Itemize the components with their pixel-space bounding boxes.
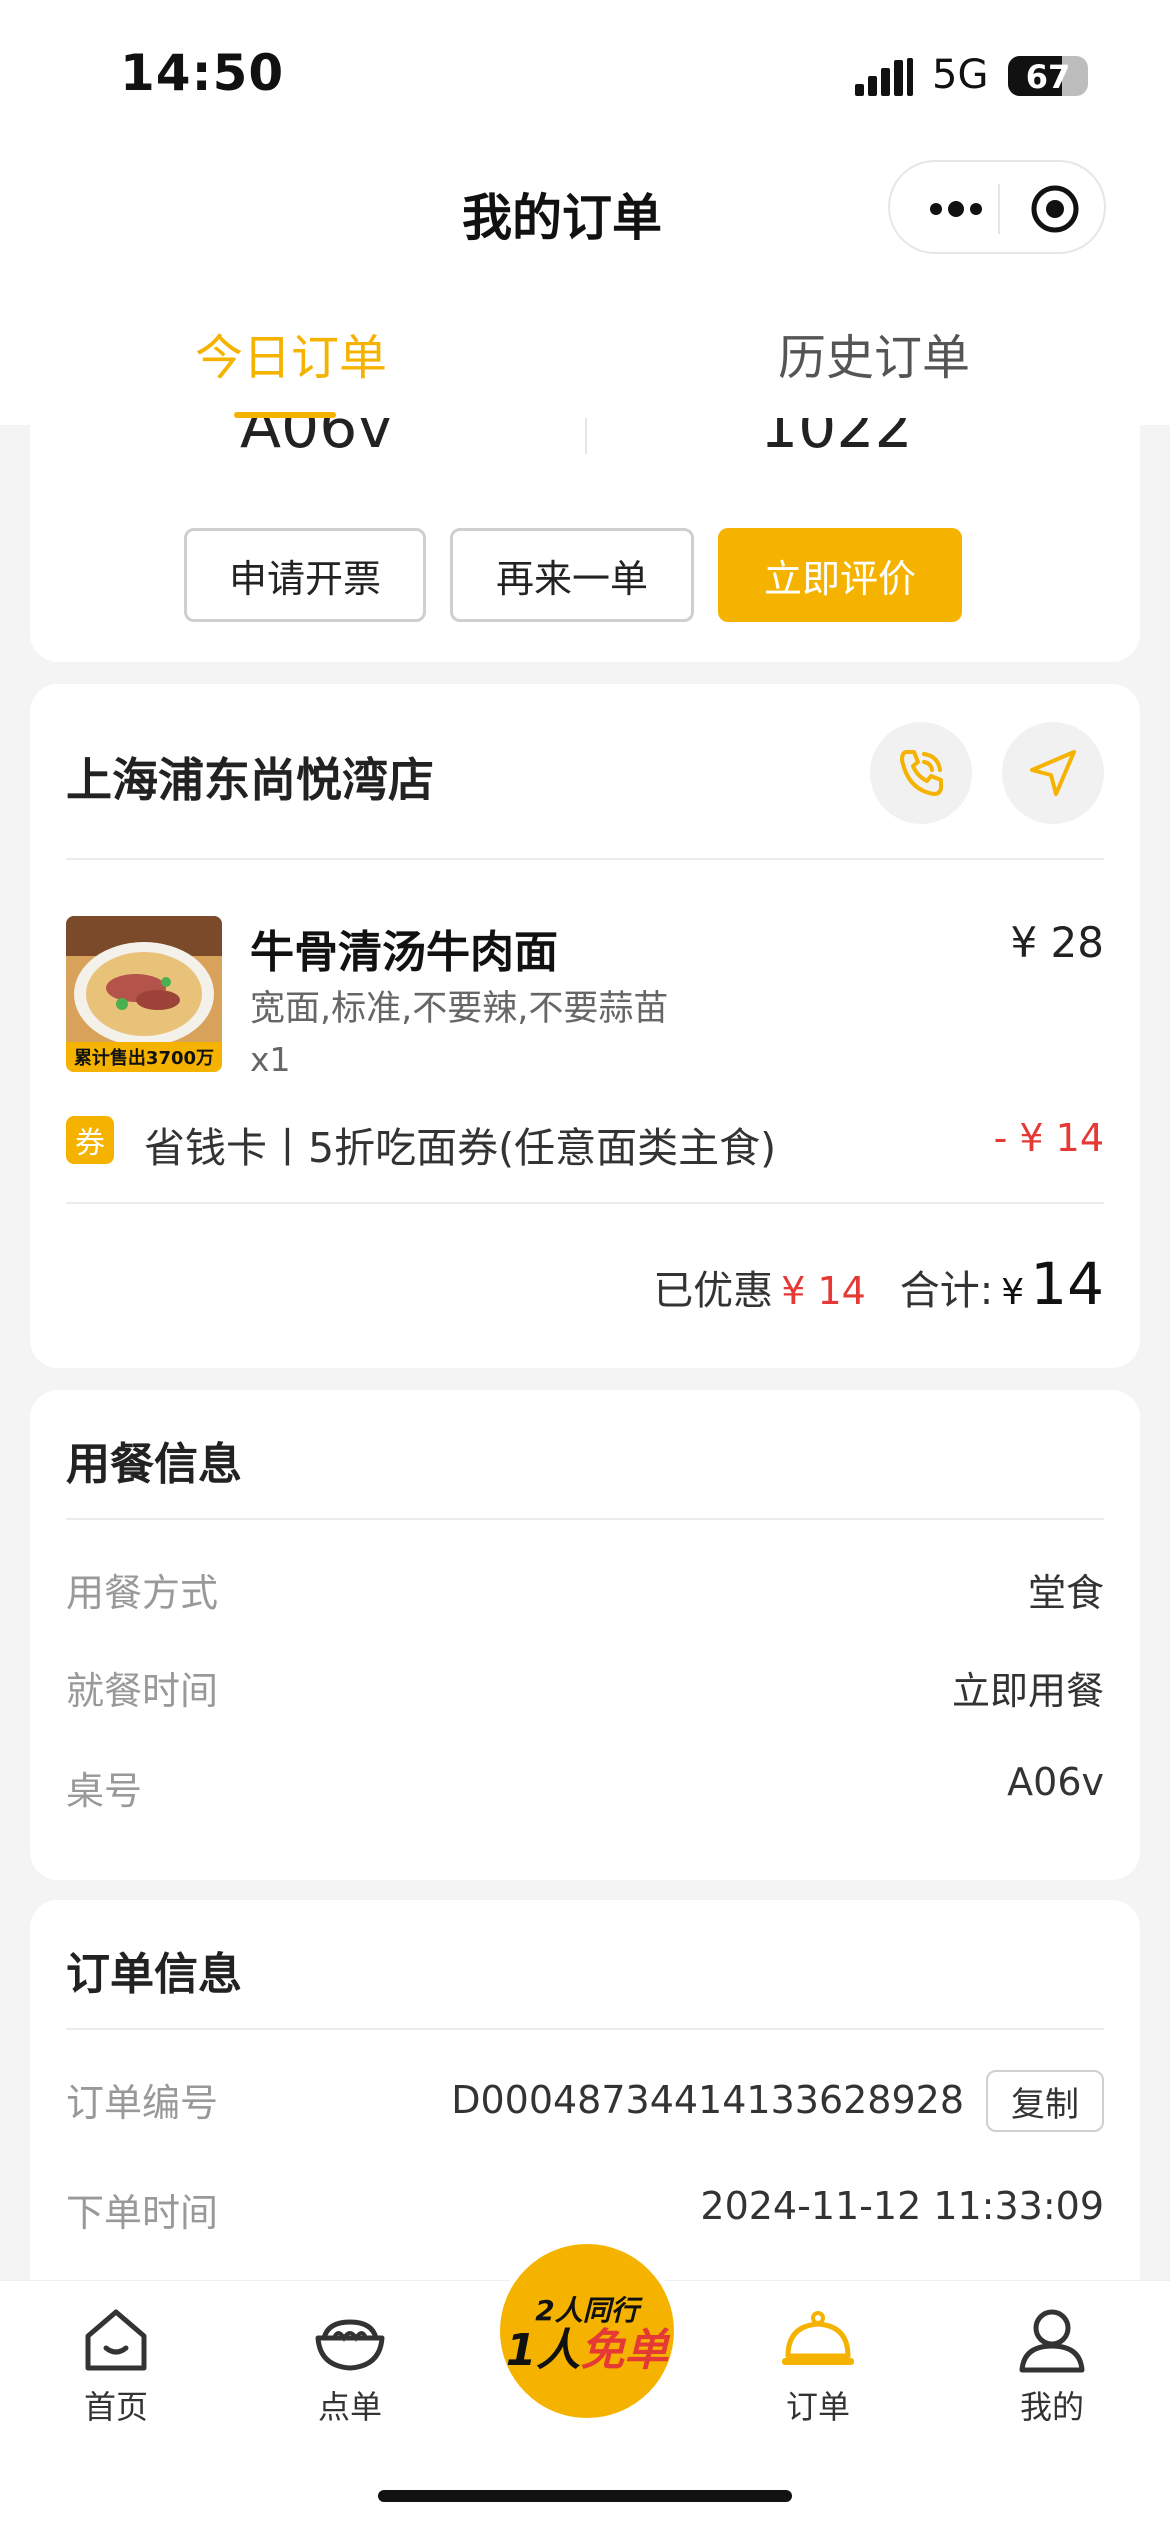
dish-image: 累计售出3700万+碗 — [66, 916, 222, 1072]
nav-profile[interactable]: 我的 — [972, 2300, 1132, 2428]
dining-mode-value: 堂食 — [1027, 1571, 1104, 1615]
profile-icon — [1019, 2309, 1085, 2373]
nav-home[interactable]: 首页 — [36, 2300, 196, 2428]
currency-symbol: ¥ — [1001, 1272, 1025, 1313]
divider — [66, 858, 1104, 860]
review-button[interactable]: 立即评价 — [718, 528, 962, 622]
cloche-icon — [782, 2311, 854, 2365]
table-number-label: 桌号 — [66, 1769, 143, 1813]
discount-amount: ¥ 14 — [781, 1269, 866, 1313]
navigate-store-button[interactable] — [1002, 722, 1104, 824]
dining-time-label: 就餐时间 — [66, 1669, 219, 1713]
tab-history-orders-label[interactable]: 历史订单 — [778, 318, 970, 388]
order-number-value: D0004873441413362892​8 — [451, 2078, 964, 2122]
total-label: 合计: — [899, 1268, 994, 1314]
phone-icon — [900, 750, 943, 796]
tab-bar — [0, 300, 1170, 418]
dish-image-caption: 累计售出3700万+碗 — [73, 1048, 215, 1069]
tab-active-indicator — [234, 412, 336, 418]
nav-orders-label: 订单 — [785, 2388, 850, 2426]
nav-order-food-label: 点单 — [317, 2388, 382, 2426]
nav-home-label: 首页 — [83, 2388, 148, 2426]
home-icon — [85, 2309, 147, 2371]
divider — [66, 1518, 1104, 1520]
home-indicator — [378, 2490, 792, 2502]
copy-order-number-button[interactable]: 复制 — [986, 2070, 1104, 2132]
divider — [66, 1202, 1104, 1204]
call-store-button[interactable] — [870, 722, 972, 824]
nav-orders[interactable]: 订单 — [738, 2300, 898, 2428]
store-name: 上海浦东尚悦湾店 — [66, 753, 434, 807]
total-amount: 14 — [1030, 1250, 1104, 1318]
dish-name: 牛骨清汤牛肉面 — [250, 927, 558, 978]
dining-mode-label: 用餐方式 — [66, 1571, 219, 1615]
coupon-badge: 券 — [66, 1116, 114, 1164]
divider — [66, 2028, 1104, 2030]
order-totals: 已优惠 ¥ 14 合计: ¥ 14 — [653, 1250, 1104, 1318]
navigation-arrow-icon — [1030, 750, 1076, 796]
dish-price: ¥ 28 — [1010, 918, 1104, 967]
divider — [585, 418, 587, 454]
promo-free-order-button[interactable]: 2人同行 1人免单 — [500, 2244, 674, 2418]
order-number-label: 订单编号 — [66, 2081, 219, 2125]
coupon-amount: - ¥ 14 — [993, 1116, 1104, 1160]
order-info-title: 订单信息 — [66, 1949, 242, 2000]
dining-time-value: 立即用餐 — [951, 1669, 1104, 1713]
dish-spec: 宽面,标准,不要辣,不要蒜苗 — [250, 989, 669, 1029]
nav-profile-label: 我的 — [1019, 2388, 1084, 2426]
promo-line2: 1人免单 — [505, 2325, 669, 2376]
table-number-value: A06v — [1007, 1760, 1104, 1804]
order-time-label: 下单时间 — [66, 2191, 219, 2235]
order-time-value: 2024-11-12 11:33:09 — [700, 2184, 1104, 2228]
promo-line1: 2人同行 — [535, 2294, 639, 2327]
dish-quantity: x1 — [250, 1040, 291, 1079]
discount-label: 已优惠 — [653, 1268, 774, 1314]
nav-order-food[interactable]: 点单 — [270, 2300, 430, 2428]
invoice-button[interactable]: 申请开票 — [184, 528, 426, 622]
dining-info-title: 用餐信息 — [66, 1439, 242, 1490]
reorder-button[interactable]: 再来一单 — [450, 528, 694, 622]
tab-today-orders-label[interactable]: 今日订单 — [195, 318, 387, 388]
coupon-text: 省钱卡丨5折吃面券(任意面类主食) — [144, 1124, 777, 1172]
noodle-bowl-icon — [315, 2319, 385, 2371]
